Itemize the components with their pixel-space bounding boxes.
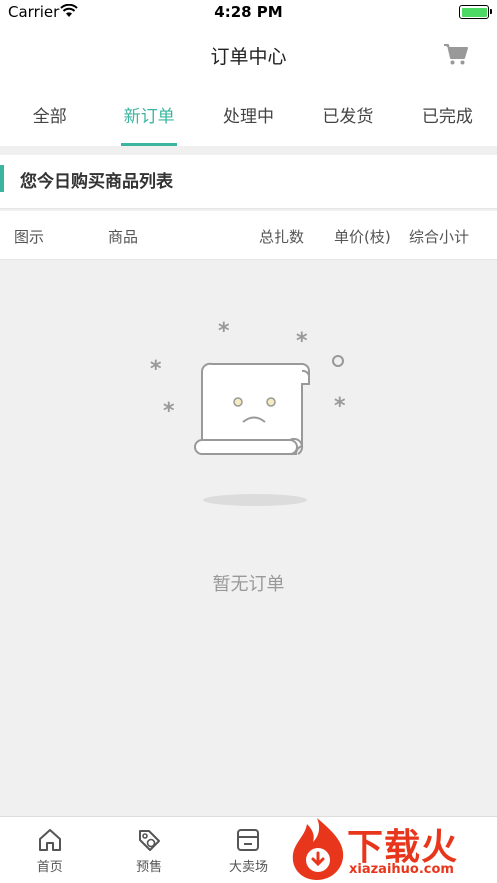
tab-all[interactable]: 全部 bbox=[0, 84, 99, 146]
bottom-tab-label: 预售 bbox=[136, 860, 163, 875]
tab-new-orders[interactable]: 新订单 bbox=[99, 84, 198, 146]
tab-completed[interactable]: 已完成 bbox=[398, 84, 497, 146]
column-header-subtotal: 综合小计 bbox=[409, 228, 470, 246]
svg-text:*: * bbox=[218, 319, 230, 344]
column-header-total-count: 总扎数 bbox=[259, 228, 305, 246]
bottom-tab-marketplace[interactable]: 大卖场 bbox=[199, 817, 298, 883]
status-bar: Carrier 4:28 PM bbox=[0, 0, 497, 24]
bottom-tab-presale[interactable]: 预售 bbox=[99, 817, 198, 883]
table-header: 图示 商品 总扎数 单价(枝) 综合小计 bbox=[0, 211, 497, 260]
watermark: 下载火 xiazaihuo.com bbox=[287, 812, 497, 883]
watermark-site: xiazaihuo.com bbox=[349, 862, 454, 877]
home-icon bbox=[38, 829, 61, 851]
cart-icon[interactable] bbox=[443, 42, 469, 66]
column-header-product: 商品 bbox=[108, 228, 139, 246]
section-header: 您今日购买商品列表 bbox=[0, 155, 497, 209]
battery-icon bbox=[459, 5, 492, 19]
tab-shipped[interactable]: 已发货 bbox=[298, 84, 397, 146]
section-title: 您今日购买商品列表 bbox=[20, 172, 173, 192]
svg-text:*: * bbox=[150, 357, 162, 382]
order-status-tabs: 全部 新订单 处理中 已发货 已完成 bbox=[0, 84, 497, 146]
bottom-tab-label: 大卖场 bbox=[228, 860, 268, 875]
svg-text:*: * bbox=[334, 394, 346, 419]
presale-tag-icon bbox=[139, 830, 161, 851]
column-header-unit-price: 单价(枝) bbox=[334, 228, 391, 246]
tab-processing[interactable]: 处理中 bbox=[199, 84, 298, 146]
svg-text:*: * bbox=[163, 399, 175, 424]
empty-orders-illustration: * * * * * bbox=[150, 319, 346, 506]
store-icon bbox=[237, 829, 260, 851]
page-title: 订单中心 bbox=[210, 46, 287, 68]
nav-bar: 订单中心 bbox=[0, 24, 497, 84]
bottom-tab-home[interactable]: 首页 bbox=[0, 817, 99, 883]
section-accent-bar bbox=[0, 165, 4, 192]
column-header-image: 图示 bbox=[14, 228, 45, 246]
flame-logo-icon bbox=[292, 818, 344, 880]
empty-state-message: 暂无订单 bbox=[212, 574, 285, 595]
status-time: 4:28 PM bbox=[214, 3, 283, 21]
svg-text:*: * bbox=[296, 329, 308, 354]
bottom-tab-label: 首页 bbox=[36, 860, 63, 875]
